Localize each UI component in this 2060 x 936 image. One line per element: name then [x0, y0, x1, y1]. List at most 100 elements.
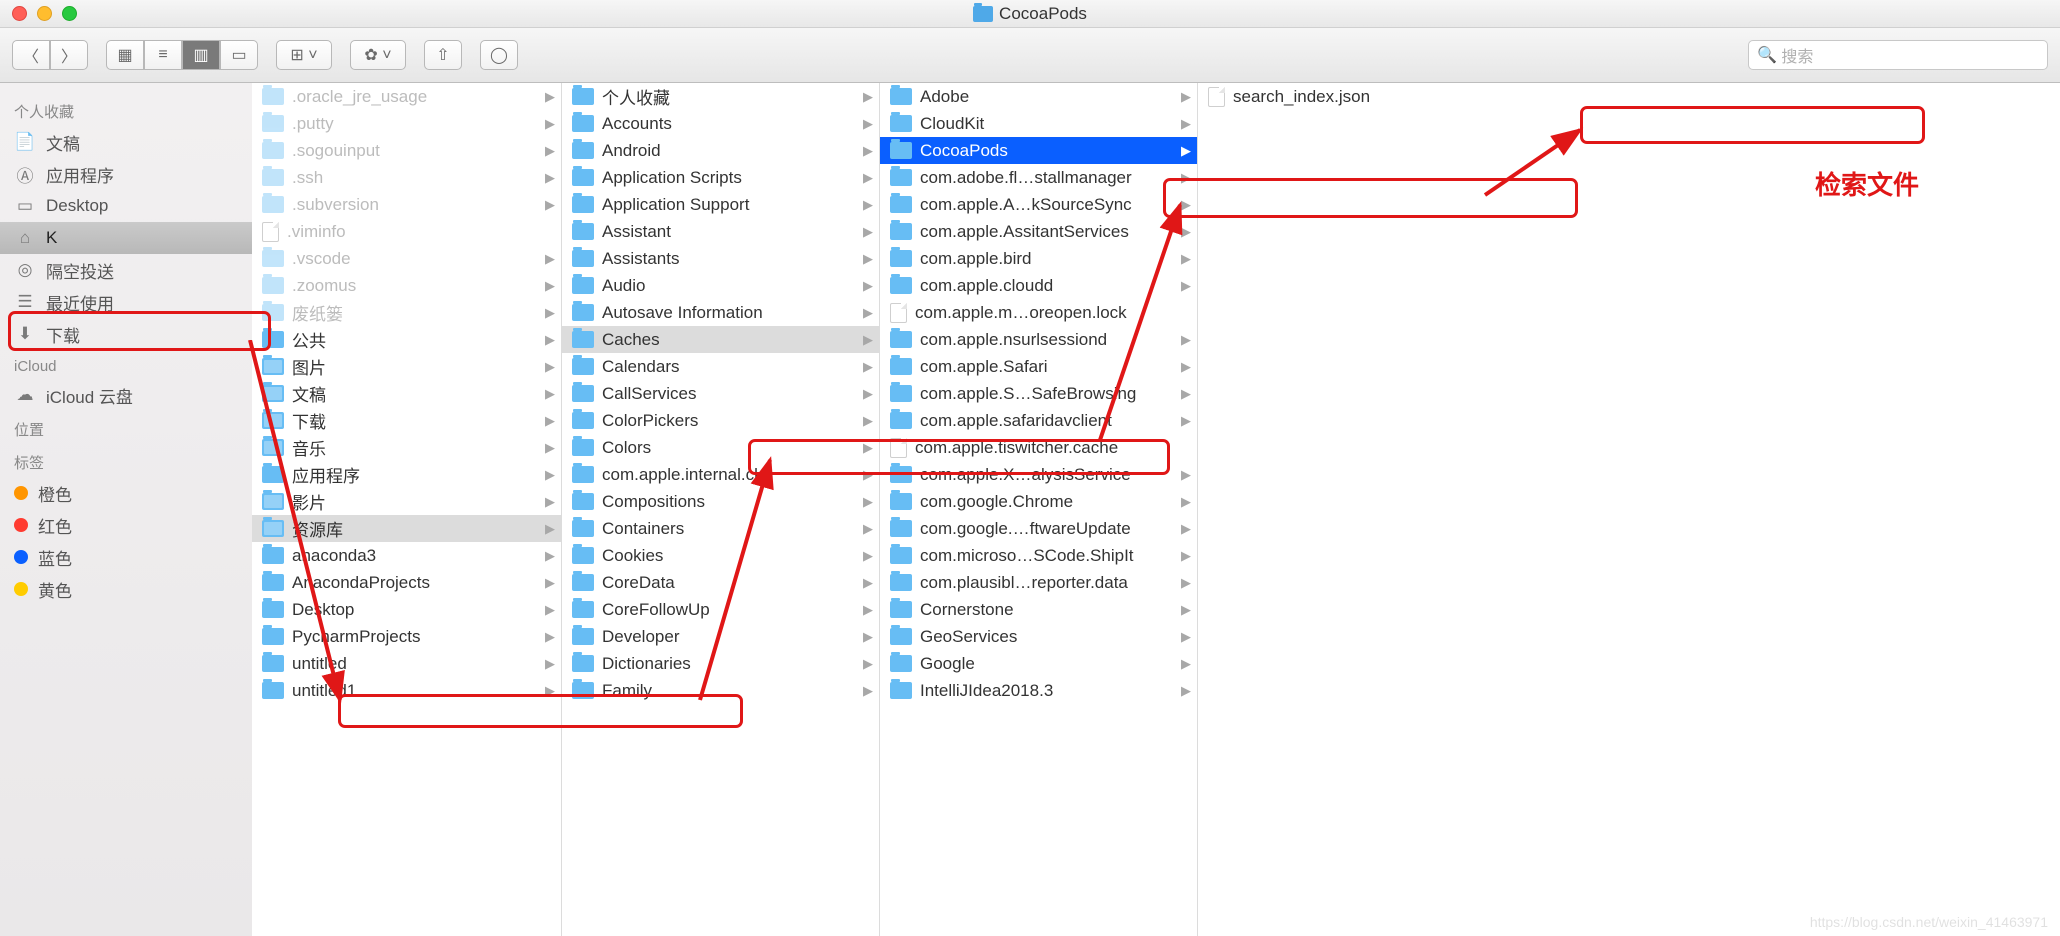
list-row[interactable]: com.apple.cloudd▶ — [880, 272, 1197, 299]
list-row[interactable]: Assistant▶ — [562, 218, 879, 245]
column-2[interactable]: 个人收藏▶Accounts▶Android▶Application Script… — [562, 83, 880, 936]
list-row[interactable]: Assistants▶ — [562, 245, 879, 272]
list-row[interactable]: .ssh▶ — [252, 164, 561, 191]
list-row[interactable]: Caches▶ — [562, 326, 879, 353]
list-row[interactable]: com.apple.A…kSourceSync▶ — [880, 191, 1197, 218]
list-row[interactable]: .sogouinput▶ — [252, 137, 561, 164]
search-input[interactable]: 🔍 搜索 — [1748, 40, 2048, 70]
list-row[interactable]: Application Scripts▶ — [562, 164, 879, 191]
list-row[interactable]: com.apple.X…alysisService▶ — [880, 461, 1197, 488]
list-row[interactable]: Calendars▶ — [562, 353, 879, 380]
list-row[interactable]: com.apple.safaridavclient▶ — [880, 407, 1197, 434]
view-icon-button[interactable]: ▦ — [106, 40, 144, 70]
list-row[interactable]: untitled1▶ — [252, 677, 561, 704]
list-row[interactable]: 音乐▶ — [252, 434, 561, 461]
list-row[interactable]: .vscode▶ — [252, 245, 561, 272]
list-row[interactable]: com.apple.nsurlsessiond▶ — [880, 326, 1197, 353]
list-row[interactable]: AnacondaProjects▶ — [252, 569, 561, 596]
list-row[interactable]: .viminfo — [252, 218, 561, 245]
view-column-button[interactable]: ▥ — [182, 40, 220, 70]
column-3[interactable]: Adobe▶CloudKit▶CocoaPods▶com.adobe.fl…st… — [880, 83, 1198, 936]
list-row[interactable]: Cookies▶ — [562, 542, 879, 569]
list-row[interactable]: 资源库▶ — [252, 515, 561, 542]
sidebar-tag[interactable]: 蓝色 — [0, 541, 252, 573]
list-row[interactable]: com.adobe.fl…stallmanager▶ — [880, 164, 1197, 191]
list-row[interactable]: .zoomus▶ — [252, 272, 561, 299]
view-gallery-button[interactable]: ▭ — [220, 40, 258, 70]
maximize-button[interactable] — [62, 6, 77, 21]
sidebar-tag[interactable]: 红色 — [0, 509, 252, 541]
list-row[interactable]: Developer▶ — [562, 623, 879, 650]
list-row[interactable]: search_index.json — [1198, 83, 2060, 110]
list-row[interactable]: com.apple.AssitantServices▶ — [880, 218, 1197, 245]
list-row[interactable]: Accounts▶ — [562, 110, 879, 137]
list-row[interactable]: com.apple.internal.ck▶ — [562, 461, 879, 488]
list-row[interactable]: PycharmProjects▶ — [252, 623, 561, 650]
sidebar-item[interactable]: ☰最近使用 — [0, 286, 252, 318]
list-row[interactable]: Colors▶ — [562, 434, 879, 461]
tags-button[interactable]: ◯ — [480, 40, 518, 70]
sidebar-item[interactable]: ⌂K — [0, 222, 252, 254]
list-row[interactable]: 影片▶ — [252, 488, 561, 515]
column-1[interactable]: .oracle_jre_usage▶.putty▶.sogouinput▶.ss… — [252, 83, 562, 936]
list-row[interactable]: Family▶ — [562, 677, 879, 704]
list-row[interactable]: Cornerstone▶ — [880, 596, 1197, 623]
minimize-button[interactable] — [37, 6, 52, 21]
list-row[interactable]: ColorPickers▶ — [562, 407, 879, 434]
list-row[interactable]: Audio▶ — [562, 272, 879, 299]
sidebar-item[interactable]: Ⓐ应用程序 — [0, 158, 252, 190]
list-row[interactable]: anaconda3▶ — [252, 542, 561, 569]
list-row[interactable]: com.apple.Safari▶ — [880, 353, 1197, 380]
sidebar-item[interactable]: ▭Desktop — [0, 190, 252, 222]
list-row[interactable]: com.apple.S…SafeBrowsing▶ — [880, 380, 1197, 407]
list-row[interactable]: CoreFollowUp▶ — [562, 596, 879, 623]
list-row[interactable]: 图片▶ — [252, 353, 561, 380]
column-4[interactable]: search_index.json — [1198, 83, 2060, 936]
close-button[interactable] — [12, 6, 27, 21]
sidebar-item[interactable]: ◎隔空投送 — [0, 254, 252, 286]
list-row[interactable]: 废纸篓▶ — [252, 299, 561, 326]
arrange-button[interactable]: ⊞ ˅ — [276, 40, 332, 70]
list-row[interactable]: .oracle_jre_usage▶ — [252, 83, 561, 110]
list-row[interactable]: GeoServices▶ — [880, 623, 1197, 650]
list-row[interactable]: CloudKit▶ — [880, 110, 1197, 137]
back-button[interactable]: 〈 — [12, 40, 50, 70]
list-row[interactable]: Desktop▶ — [252, 596, 561, 623]
list-row[interactable]: com.microso…SCode.ShipIt▶ — [880, 542, 1197, 569]
list-row[interactable]: Compositions▶ — [562, 488, 879, 515]
list-row[interactable]: com.plausibl…reporter.data▶ — [880, 569, 1197, 596]
action-button[interactable]: ✿ ˅ — [350, 40, 406, 70]
list-row[interactable]: CallServices▶ — [562, 380, 879, 407]
list-row[interactable]: com.google.Chrome▶ — [880, 488, 1197, 515]
list-row[interactable]: Android▶ — [562, 137, 879, 164]
list-row[interactable]: .putty▶ — [252, 110, 561, 137]
sidebar-tag[interactable]: 橙色 — [0, 477, 252, 509]
list-row[interactable]: 个人收藏▶ — [562, 83, 879, 110]
list-row[interactable]: com.google.…ftwareUpdate▶ — [880, 515, 1197, 542]
list-row[interactable]: untitled▶ — [252, 650, 561, 677]
list-row[interactable]: 文稿▶ — [252, 380, 561, 407]
sidebar-tag[interactable]: 黄色 — [0, 573, 252, 605]
list-row[interactable]: com.apple.m…oreopen.lock — [880, 299, 1197, 326]
share-button[interactable]: ⇧ — [424, 40, 462, 70]
sidebar-item[interactable]: ⬇下载 — [0, 318, 252, 350]
list-row[interactable]: 应用程序▶ — [252, 461, 561, 488]
list-row[interactable]: Google▶ — [880, 650, 1197, 677]
list-row[interactable]: Adobe▶ — [880, 83, 1197, 110]
list-row[interactable]: 公共▶ — [252, 326, 561, 353]
list-row[interactable]: CoreData▶ — [562, 569, 879, 596]
forward-button[interactable]: 〉 — [50, 40, 88, 70]
list-row[interactable]: IntelliJIdea2018.3▶ — [880, 677, 1197, 704]
list-row[interactable]: com.apple.bird▶ — [880, 245, 1197, 272]
list-row[interactable]: Autosave Information▶ — [562, 299, 879, 326]
list-row[interactable]: Dictionaries▶ — [562, 650, 879, 677]
list-row[interactable]: .subversion▶ — [252, 191, 561, 218]
view-list-button[interactable]: ≡ — [144, 40, 182, 70]
sidebar-item[interactable]: 📄文稿 — [0, 126, 252, 158]
sidebar-item[interactable]: ☁iCloud 云盘 — [0, 379, 252, 411]
list-row[interactable]: Application Support▶ — [562, 191, 879, 218]
list-row[interactable]: CocoaPods▶ — [880, 137, 1197, 164]
list-row[interactable]: com.apple.tiswitcher.cache — [880, 434, 1197, 461]
list-row[interactable]: Containers▶ — [562, 515, 879, 542]
list-row[interactable]: 下载▶ — [252, 407, 561, 434]
